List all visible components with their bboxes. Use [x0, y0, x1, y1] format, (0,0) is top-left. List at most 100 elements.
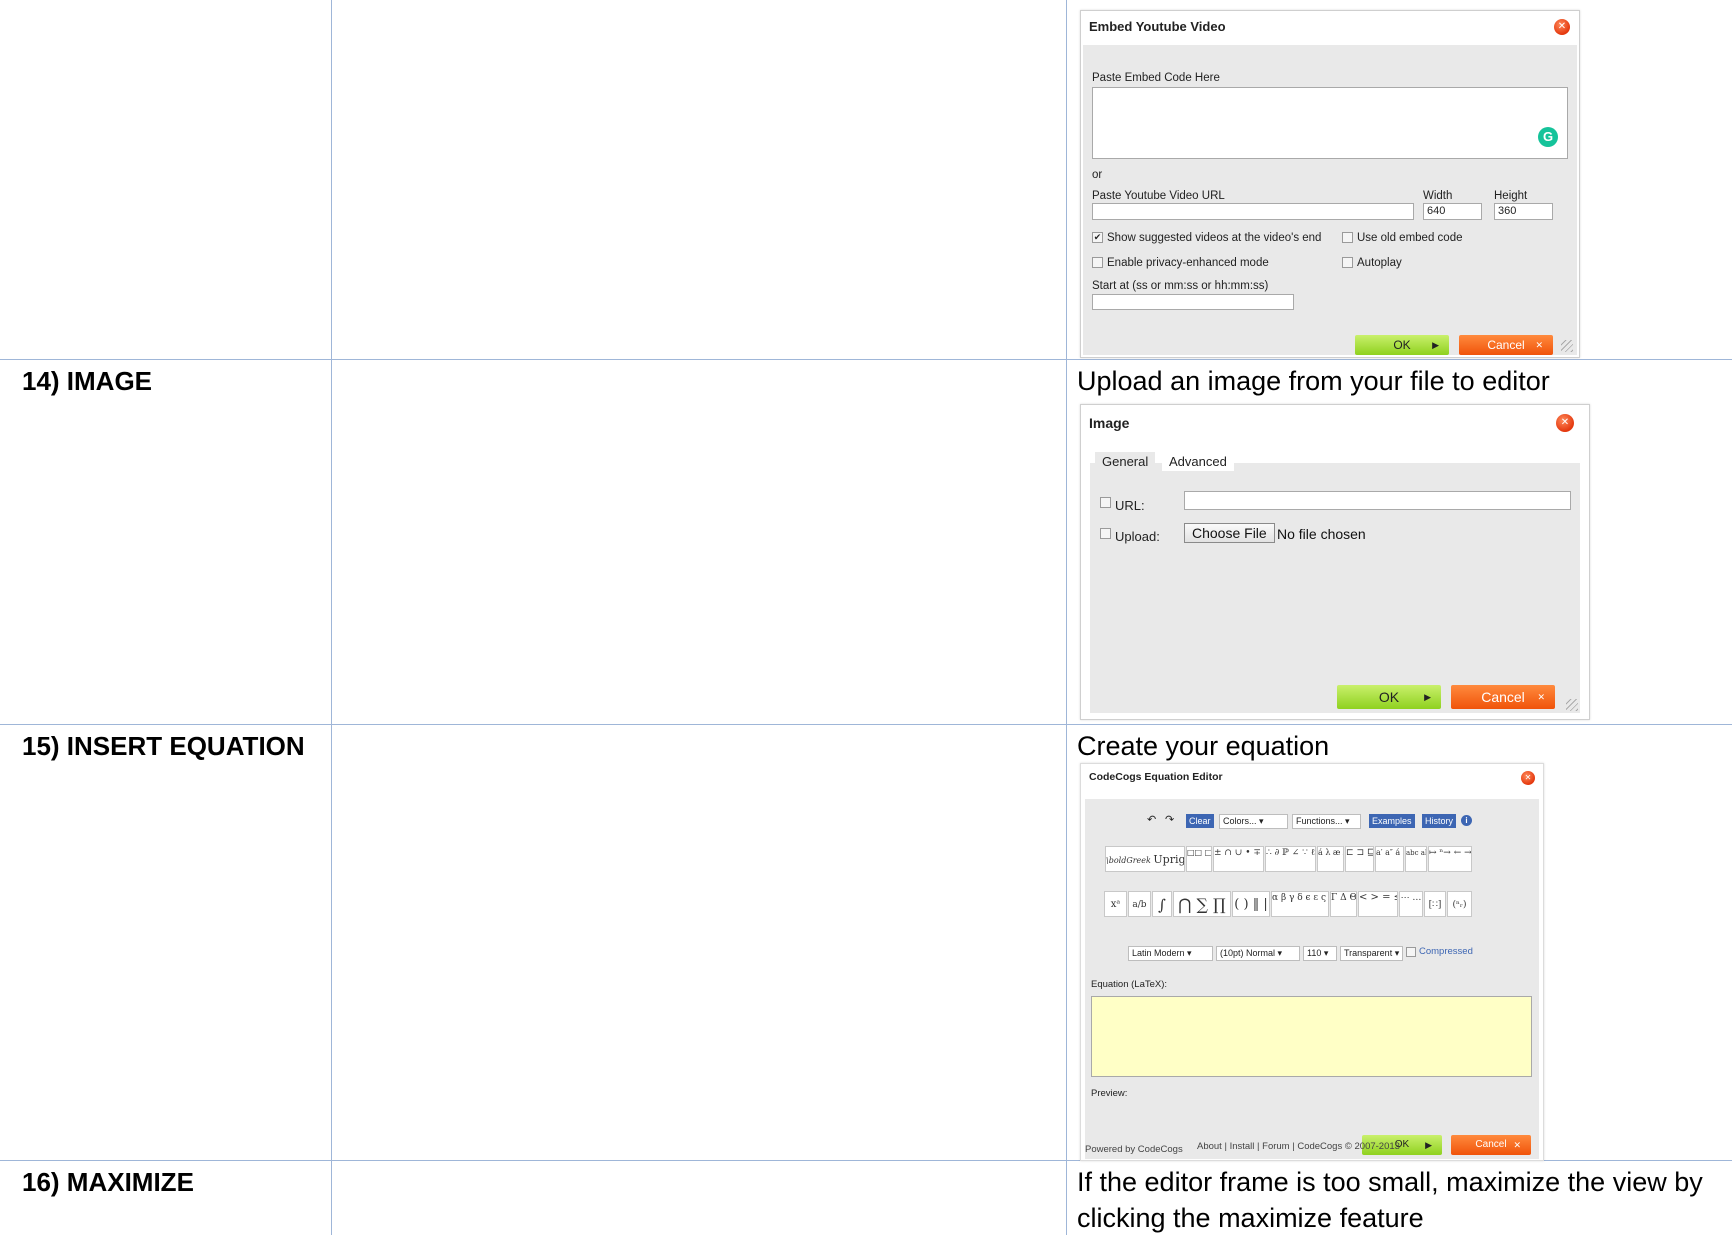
suggested-videos-checkbox[interactable]: ✔ [1092, 232, 1103, 243]
row-description-equation: Create your equation [1077, 731, 1330, 761]
width-label: Width [1423, 190, 1453, 202]
info-icon[interactable]: i [1461, 815, 1472, 826]
upload-checkbox[interactable] [1100, 528, 1111, 539]
cancel-button[interactable]: Cancel ✕ [1459, 335, 1553, 355]
autoplay-label: Autoplay [1357, 257, 1402, 269]
symbol-power[interactable]: xᵃ [1104, 891, 1127, 917]
undo-icon[interactable]: ↶ [1147, 813, 1156, 826]
privacy-mode-checkbox[interactable] [1092, 257, 1103, 268]
play-arrow-icon: ▶ [1425, 1140, 1432, 1150]
upload-label: Upload: [1115, 529, 1160, 544]
dialog-body: ↶ ↷ Clear Colors... ▾ Functions... ▾ Exa… [1085, 799, 1539, 1159]
symbol-panel-accents[interactable]: á λ æ Æ [1317, 846, 1344, 872]
upright-label: Upright [1153, 853, 1185, 866]
start-at-input[interactable] [1092, 294, 1294, 310]
cancel-label: Cancel [1487, 338, 1525, 352]
examples-button[interactable]: Examples [1369, 814, 1415, 828]
font-select[interactable]: Latin Modern ▾ [1128, 946, 1213, 961]
symbol-panel-arrows[interactable]: ↦ ⁿ→ ← → [1428, 846, 1472, 872]
close-icon[interactable]: ✕ [1556, 414, 1574, 432]
symbol-matrix[interactable]: [∷] [1424, 891, 1446, 917]
cancel-button[interactable]: Cancel ✕ [1451, 685, 1555, 709]
autoplay-checkbox[interactable] [1342, 257, 1353, 268]
symbol-big-operators[interactable]: ⋂ ∑ ∏ [1173, 891, 1231, 917]
ok-button[interactable]: OK ▶ [1355, 335, 1449, 355]
old-embed-checkbox[interactable] [1342, 232, 1353, 243]
or-label: or [1092, 169, 1103, 181]
choose-file-button[interactable]: Choose File [1184, 523, 1275, 543]
document-table: 14) IMAGE 15) INSERT EQUATION 16) MAXIMI… [0, 0, 1732, 1235]
width-input[interactable]: 640 [1423, 203, 1482, 220]
symbol-integral[interactable]: ∫ [1152, 891, 1172, 917]
background-select-label: Transparent [1344, 948, 1393, 958]
cancel-button[interactable]: Cancel ✕ [1451, 1135, 1531, 1155]
symbol-panel-subsets[interactable]: ⊏ ⊐ ⊑ ⊒ [1345, 846, 1374, 872]
youtube-dialog: Embed Youtube Video ✕ Paste Embed Code H… [1080, 10, 1580, 358]
row-label-image: 14) IMAGE [22, 366, 153, 396]
embed-code-textarea[interactable] [1092, 87, 1568, 159]
font-style-panel[interactable]: \boldGreek Upright [1105, 846, 1185, 872]
row-description-maximize: If the editor frame is too small, maximi… [1077, 1167, 1703, 1233]
url-label: URL: [1115, 498, 1145, 513]
functions-select[interactable]: Functions... ▾ [1292, 814, 1361, 829]
no-file-label: No file chosen [1277, 526, 1366, 542]
symbol-panel-operators[interactable]: ± ∩ ∪ • ∓ ⋒ ⊎ ⊌ [1213, 846, 1264, 872]
table-column-divider [331, 0, 332, 1235]
font-select-label: Latin Modern [1132, 948, 1185, 958]
symbol-panel-boxes[interactable]: □□ □□ [1186, 846, 1212, 872]
height-input[interactable]: 360 [1494, 203, 1553, 220]
tab-general[interactable]: General [1095, 452, 1156, 471]
dialog-body: Paste Embed Code Here G or Paste Youtube… [1083, 45, 1577, 355]
symbol-panel-logic[interactable]: ∴ ∂ ℙ ∠ ∵ ℓ ℕ ∡ [1265, 846, 1316, 872]
clear-button[interactable]: Clear [1186, 814, 1214, 828]
tab-advanced[interactable]: Advanced [1162, 452, 1234, 471]
history-button[interactable]: History [1422, 814, 1457, 828]
symbol-relations[interactable]: < > = ≤ ≥ ≐ [1358, 891, 1398, 917]
close-icon[interactable]: ✕ [1521, 771, 1535, 785]
colors-select[interactable]: Colors... ▾ [1219, 814, 1288, 829]
functions-label: Functions... [1296, 816, 1343, 826]
url-checkbox[interactable] [1100, 497, 1111, 508]
x-icon: ✕ [1537, 692, 1545, 702]
grammarly-icon[interactable]: G [1538, 127, 1558, 147]
suggested-videos-label: Show suggested videos at the video's end [1107, 232, 1322, 244]
url-input[interactable] [1184, 491, 1571, 510]
symbol-panel-primes[interactable]: a′ a″ á ä [1375, 846, 1404, 872]
size-select[interactable]: (10pt) Normal ▾ [1216, 946, 1300, 961]
latex-textarea[interactable] [1091, 996, 1532, 1077]
colors-label: Colors... [1223, 816, 1257, 826]
symbol-brackets[interactable]: ( ) ‖ | [1232, 891, 1270, 917]
resize-grip[interactable] [1561, 340, 1573, 352]
equation-dialog: CodeCogs Equation Editor ✕ ↶ ↷ Clear Col… [1080, 763, 1544, 1161]
symbol-greek-upper[interactable]: Γ Δ Θ Λ [1330, 891, 1357, 917]
image-dialog: Image ✕ URL: Upload: Choose File No file… [1080, 404, 1590, 720]
ok-button[interactable]: OK ▶ [1337, 685, 1441, 709]
footer-links[interactable]: About | Install | Forum | CodeCogs © 200… [1197, 1141, 1400, 1152]
symbol-binomial[interactable]: (ⁿᵣ) [1447, 891, 1472, 917]
row-label-maximize: 16) MAXIMIZE [22, 1167, 194, 1197]
cancel-label: Cancel [1481, 689, 1525, 705]
height-label: Height [1494, 190, 1528, 202]
background-select[interactable]: Transparent ▾ [1340, 946, 1403, 961]
resize-grip[interactable] [1566, 699, 1578, 711]
row-description-image: Upload an image from your file to editor [1077, 366, 1550, 396]
table-row-divider [0, 359, 1732, 360]
ok-label: OK [1393, 338, 1411, 352]
compressed-checkbox[interactable] [1406, 947, 1416, 957]
redo-icon[interactable]: ↷ [1165, 813, 1174, 826]
dialog-title: Image [1089, 415, 1130, 431]
dpi-select[interactable]: 110 ▾ [1303, 946, 1337, 961]
dpi-select-label: 110 [1307, 948, 1322, 958]
powered-by-codecogs[interactable]: Powered by CodeCogs [1085, 1144, 1183, 1155]
x-icon: ✕ [1535, 340, 1543, 350]
video-url-input[interactable] [1092, 203, 1414, 220]
symbol-fraction[interactable]: a/b [1128, 891, 1151, 917]
compressed-label: Compressed [1419, 946, 1473, 957]
x-icon: ✕ [1513, 1140, 1521, 1150]
play-arrow-icon: ▶ [1432, 340, 1439, 350]
symbol-dots[interactable]: ⋯ … [1399, 891, 1423, 917]
close-icon[interactable]: ✕ [1554, 19, 1570, 35]
privacy-mode-label: Enable privacy-enhanced mode [1107, 257, 1269, 269]
symbol-greek-lower[interactable]: α β γ δ ϵ ε ς η [1271, 891, 1329, 917]
symbol-panel-overlines[interactable]: abc abc [1405, 846, 1427, 872]
